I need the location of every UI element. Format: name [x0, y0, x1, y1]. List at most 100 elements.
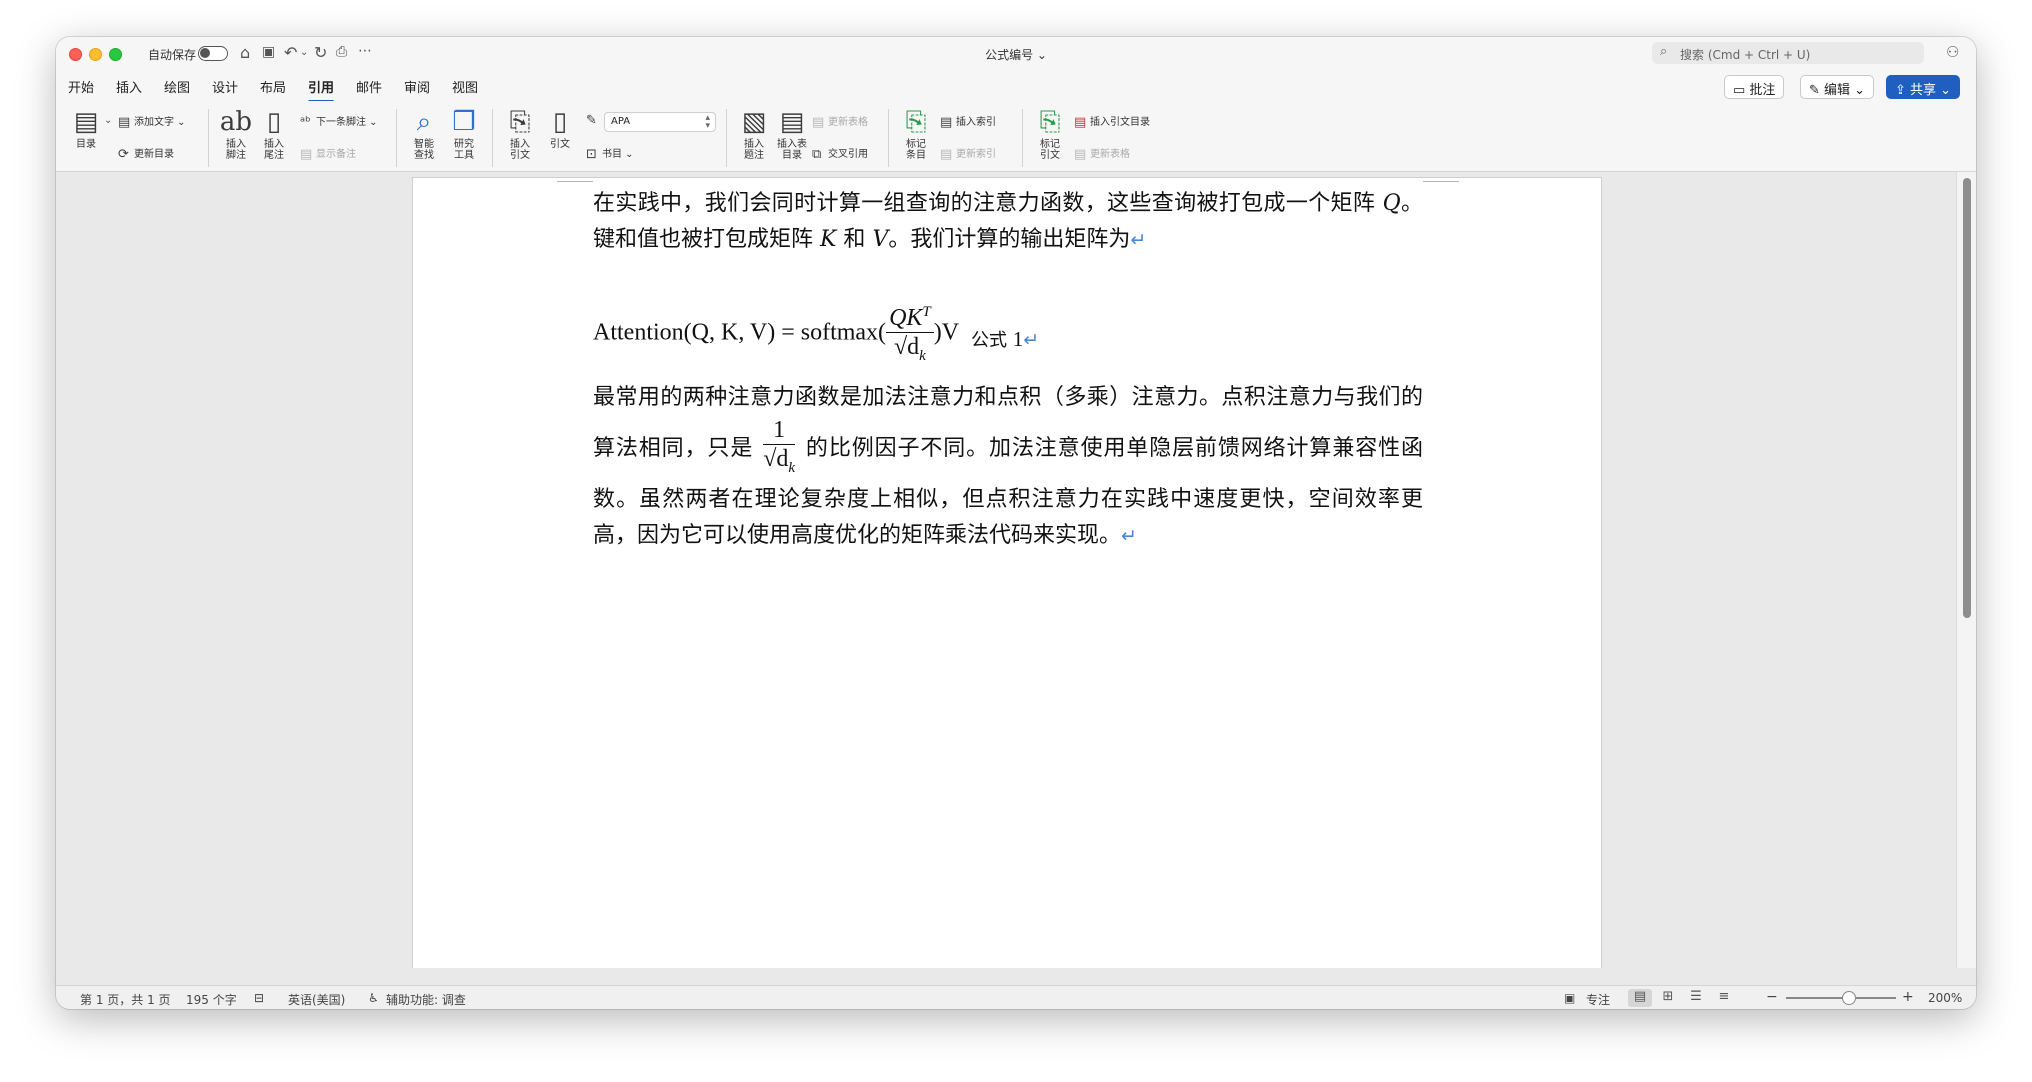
stepper-arrows-icon: ▴ ▾ [705, 113, 710, 131]
document-page[interactable]: 在实践中，我们会同时计算一组查询的注意力函数，这些查询被打包成一个矩阵 Q。键和… [412, 177, 1602, 968]
share-people-icon[interactable]: ⚇ [1946, 43, 1959, 61]
paragraph-1[interactable]: 在实践中，我们会同时计算一组查询的注意力函数，这些查询被打包成一个矩阵 Q。键和… [593, 186, 1423, 258]
edit-mode-button[interactable]: ✎ 编辑 ⌄ [1800, 75, 1875, 99]
update-table-button[interactable]: ▤ 更新表格 [812, 113, 868, 131]
scrollbar-thumb[interactable] [1963, 178, 1971, 618]
zoom-level[interactable]: 200% [1928, 991, 1962, 1005]
document-body[interactable]: 在实践中，我们会同时计算一组查询的注意力函数，这些查询被打包成一个矩阵 Q。键和… [593, 186, 1423, 554]
focus-button[interactable]: 专注 [1586, 991, 1610, 1008]
mark-entry-button[interactable]: ⎘ 标记 条目 [896, 105, 936, 169]
zoom-slider[interactable] [1786, 997, 1896, 999]
zoom-slider-thumb[interactable] [1842, 991, 1856, 1005]
tab-view[interactable]: 视图 [452, 77, 478, 96]
ribbon-tabs: 开始 插入 绘图 设计 布局 引用 邮件 审阅 视图 ▭ 批注 ✎ 编辑 ⌄ ⇪… [56, 69, 1976, 103]
insert-table-of-figures-button[interactable]: ▤ 插入表 目录 [772, 105, 812, 169]
mark-citation-button[interactable]: ⎘ 标记 引文 [1030, 105, 1070, 169]
cross-reference-button[interactable]: ⧉ 交叉引用 [812, 145, 868, 163]
draft-view-icon[interactable]: ≡ [1712, 989, 1736, 1007]
next-footnote-icon: ᵃᵇ [300, 114, 311, 130]
tab-mailings[interactable]: 邮件 [356, 77, 382, 96]
update-table-icon: ▤ [812, 114, 825, 130]
pencil-icon: ✎ [1809, 83, 1825, 98]
researcher-button[interactable]: ❒ 研究 工具 [444, 105, 484, 169]
proofing-icon[interactable]: ⊟ [254, 991, 264, 1005]
tab-home[interactable]: 开始 [68, 77, 94, 96]
insert-caption-button[interactable]: ▧ 插入 题注 [734, 105, 774, 169]
paragraph-mark: ↵ [1121, 524, 1137, 547]
insert-endnote-button[interactable]: ▯ 插入 尾注 [254, 105, 294, 169]
paragraph-mark: ↵ [1130, 229, 1147, 251]
toc-button[interactable]: ▤ 目录 [66, 105, 106, 169]
insert-table-of-authorities-button[interactable]: ▤ 插入引文目录 [1074, 113, 1150, 131]
comment-button[interactable]: ▭ 批注 [1724, 75, 1785, 99]
share-button[interactable]: ⇪ 共享 ⌄ [1886, 75, 1961, 99]
ribbon-separator [888, 109, 889, 167]
tab-draw[interactable]: 绘图 [164, 77, 190, 96]
document-canvas[interactable]: 在实践中，我们会同时计算一组查询的注意力函数，这些查询被打包成一个矩阵 Q。键和… [56, 172, 1956, 968]
update-authorities-table-icon: ▤ [1074, 146, 1087, 162]
zoom-in-icon[interactable]: + [1902, 989, 1914, 1005]
update-toc-button[interactable]: ⟳ 更新目录 [118, 145, 174, 163]
paragraph-mark: ↵ [1023, 329, 1040, 351]
vertical-scrollbar[interactable] [1956, 172, 1976, 968]
word-count[interactable]: 195 个字 [186, 991, 237, 1008]
tab-review[interactable]: 审阅 [404, 77, 430, 96]
researcher-icon: ❒ [452, 107, 476, 137]
update-index-button[interactable]: ▤ 更新索引 [940, 145, 996, 163]
show-notes-button[interactable]: ▤ 显示备注 [300, 145, 356, 163]
tab-layout[interactable]: 布局 [260, 77, 286, 96]
insert-citation-icon: ⎘ [509, 107, 531, 137]
print-layout-view-icon[interactable]: ▤ [1628, 989, 1652, 1007]
tab-insert[interactable]: 插入 [116, 77, 142, 96]
smart-lookup-button[interactable]: ⌕ 智能 查找 [404, 105, 444, 169]
add-text-icon: ▤ [118, 114, 131, 130]
ribbon-separator [726, 109, 727, 167]
web-layout-view-icon[interactable]: ⊞ [1656, 989, 1680, 1007]
page-margin-corner [1423, 181, 1459, 182]
accessibility-status[interactable]: 辅助功能: 调查 [386, 991, 466, 1008]
language-indicator[interactable]: 英语(美国) [288, 991, 345, 1008]
page-count[interactable]: 第 1 页，共 1 页 [80, 991, 171, 1008]
update-authorities-table-button[interactable]: ▤ 更新表格 [1074, 145, 1130, 163]
ribbon-separator [1022, 109, 1023, 167]
next-footnote-button[interactable]: ᵃᵇ 下一条脚注 ⌄ [300, 113, 378, 131]
ribbon-separator [208, 109, 209, 167]
tab-design[interactable]: 设计 [212, 77, 238, 96]
add-text-button[interactable]: ▤ 添加文字 ⌄ [118, 113, 186, 131]
share-icon: ⇪ [1895, 83, 1911, 98]
focus-icon[interactable]: ▣ [1564, 991, 1575, 1005]
search-icon: ⌕ [1660, 44, 1668, 59]
bibliography-button[interactable]: ⊡ 书目 ⌄ [586, 145, 634, 163]
references-ribbon: ▤ 目录 ⌄ ▤ 添加文字 ⌄ ⟳ 更新目录 ab 插入 脚注 ▯ 插入 尾注 ᵃᵇ… [56, 101, 1976, 172]
ribbon-separator [492, 109, 493, 167]
insert-citation-button[interactable]: ⎘ 插入 引文 [500, 105, 540, 169]
equation-body: Attention(Q, K, V) = softmax(QKT √dk)V [593, 298, 959, 370]
toc-icon: ▤ [73, 107, 99, 137]
accessibility-icon[interactable]: ♿ [368, 991, 379, 1005]
zoom-out-icon[interactable]: − [1766, 989, 1778, 1005]
insert-index-icon: ▤ [940, 114, 953, 130]
footnote-icon: ab [219, 107, 253, 137]
citation-button[interactable]: ▯ 引文 [540, 105, 580, 169]
cross-reference-icon: ⧉ [812, 146, 822, 162]
insert-index-button[interactable]: ▤ 插入索引 [940, 113, 996, 131]
citation-style-select[interactable]: APA ▴ ▾ [604, 112, 716, 132]
outline-view-icon[interactable]: ☰ [1684, 989, 1708, 1007]
title-bar: 自动保存 ⌂ ▣ ↶ ⌄ ↻ ⎙ ⋯ 公式编号 ⌄ ⌕ 搜索 (Cmd + Ct… [56, 37, 1976, 69]
update-toc-icon: ⟳ [118, 146, 129, 162]
equation-fraction: QKT √dk [886, 298, 934, 370]
comment-icon: ▭ [1733, 83, 1750, 98]
search-input[interactable]: ⌕ 搜索 (Cmd + Ctrl + U) [1652, 42, 1924, 64]
update-index-icon: ▤ [940, 146, 953, 162]
insert-footnote-button[interactable]: ab 插入 脚注 [216, 105, 256, 169]
tab-references[interactable]: 引用 [308, 77, 335, 103]
inline-scaling-fraction: 1 √dk [763, 417, 796, 476]
bibliography-icon: ⊡ [586, 146, 597, 162]
word-window: 自动保存 ⌂ ▣ ↶ ⌄ ↻ ⎙ ⋯ 公式编号 ⌄ ⌕ 搜索 (Cmd + Ct… [56, 37, 1976, 1009]
insert-caption-icon: ▧ [741, 107, 767, 137]
equation-attention[interactable]: Attention(Q, K, V) = softmax(QKT √dk)V 公式… [593, 272, 1423, 372]
show-notes-icon: ▤ [300, 146, 313, 162]
paragraph-2[interactable]: 最常用的两种注意力函数是加法注意力和点积（多乘）注意力。点积注意力与我们的算法相… [593, 380, 1423, 554]
toc-dropdown-icon[interactable]: ⌄ [104, 115, 112, 126]
mark-entry-icon: ⎘ [905, 107, 927, 137]
